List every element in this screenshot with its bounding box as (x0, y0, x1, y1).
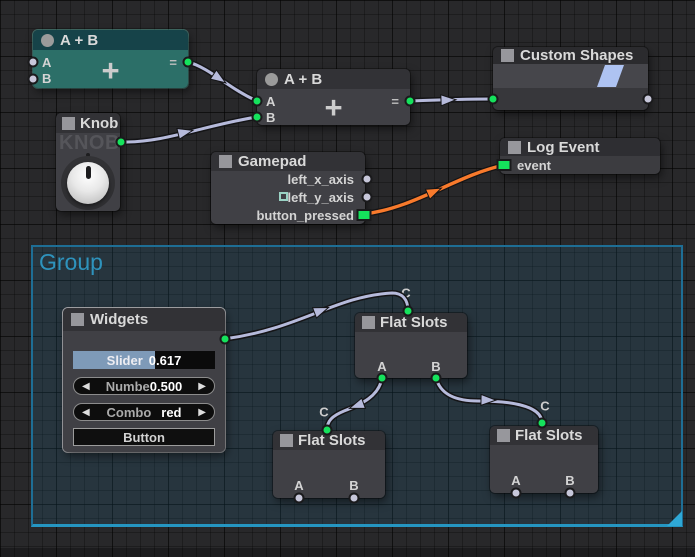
wire-add2-to-custom-shapes[interactable] (410, 99, 493, 101)
knob-display-text: KNOB (59, 132, 120, 155)
node-custom-shapes[interactable]: Custom Shapes (493, 47, 648, 110)
slider-value: 0.617 (149, 353, 182, 368)
node-flat-slots-3[interactable]: Flat Slots A B (490, 426, 598, 493)
pin-label-left-y-axis: left_y_axis (288, 190, 355, 205)
pin-add2-output-eq[interactable] (405, 96, 416, 107)
wire-knob-to-add2[interactable] (121, 117, 257, 142)
node-title: Gamepad (238, 153, 306, 170)
pin-label-b: B (565, 473, 574, 488)
node-title: A + B (60, 32, 98, 49)
knob-dial[interactable] (61, 156, 115, 210)
pin-gamepad-button-pressed[interactable] (357, 209, 372, 221)
slider-label: Slider (107, 353, 143, 368)
node-add[interactable]: A + B A B = + (257, 69, 410, 125)
number-value: 0.500 (150, 379, 183, 394)
pin-custom-shapes-output[interactable] (643, 94, 654, 105)
pin-add2-input-b[interactable] (252, 112, 263, 123)
pin-label-c: C (401, 286, 410, 301)
node-type-square-icon (280, 434, 293, 447)
wire-gamepad-to-log-event[interactable] (364, 165, 504, 214)
pin-custom-shapes-input[interactable] (488, 94, 499, 105)
node-type-square-icon (62, 117, 75, 130)
wire-add1-to-add2[interactable] (188, 62, 257, 101)
node-title: Flat Slots (298, 432, 366, 449)
pin-flat2-output-b[interactable] (349, 493, 360, 504)
node-knob[interactable]: Knob KNOB (56, 113, 120, 211)
pin-flat1-output-b[interactable] (431, 373, 442, 384)
plus-operator-glyph: + (33, 54, 188, 88)
wire-arrow-icon (425, 183, 443, 199)
wire-arrow-icon (441, 94, 456, 106)
knob-indicator (86, 166, 91, 179)
pin-add1-input-a[interactable] (28, 57, 39, 68)
pin-flat1-output-a[interactable] (377, 373, 388, 384)
pin-flat3-input-c[interactable] (537, 418, 548, 429)
node-type-square-icon (508, 141, 521, 154)
pin-add1-output-eq[interactable] (183, 57, 194, 68)
node-title: Custom Shapes (520, 47, 633, 64)
canvas-bottom-shade (0, 548, 695, 557)
custom-shapes-upper-band (493, 64, 648, 88)
wire-arrow-icon (177, 125, 194, 139)
node-type-square-icon (497, 429, 510, 442)
pin-flat3-output-a[interactable] (511, 488, 522, 499)
group-label: Group (39, 249, 103, 276)
number-label: Numbe (106, 379, 150, 394)
pin-flat2-output-a[interactable] (294, 493, 305, 504)
combo-widget[interactable]: ◀ Combo red ▶ (73, 403, 215, 421)
node-type-square-icon (501, 49, 514, 62)
node-editor-canvas[interactable]: Group A + B A B = + A + B A B = + Knob K… (0, 0, 695, 557)
node-flat-slots-1[interactable]: Flat Slots A B (355, 313, 467, 378)
pin-label-c: C (540, 399, 549, 414)
pin-label-a: A (511, 473, 520, 488)
pin-label-c: C (319, 405, 328, 420)
pin-gamepad-left-x-axis[interactable] (362, 174, 373, 185)
pin-log-event-event[interactable] (497, 159, 512, 171)
plus-operator-glyph: + (257, 91, 410, 125)
combo-value: red (161, 405, 181, 420)
combo-label: Combo (106, 405, 151, 420)
custom-shapes-lower-band (493, 88, 648, 110)
button-widget[interactable]: Button (73, 428, 215, 446)
node-title: Knob (80, 115, 118, 132)
node-type-square-icon (71, 313, 84, 326)
pin-add2-input-a[interactable] (252, 96, 263, 107)
node-flat-slots-2[interactable]: Flat Slots A B (273, 431, 385, 498)
increment-arrow-icon[interactable]: ▶ (198, 378, 206, 394)
wire-arrow-icon (210, 70, 229, 88)
node-type-square-icon (362, 316, 375, 329)
node-title: Log Event (527, 139, 600, 156)
slider-widget[interactable]: Slider 0.617 (73, 351, 215, 369)
pin-gamepad-left-y-axis[interactable] (362, 192, 373, 203)
pin-flat3-output-b[interactable] (565, 488, 576, 499)
group-resize-handle[interactable] (667, 511, 682, 526)
node-log-event[interactable]: Log Event event (500, 138, 660, 174)
node-type-circle-icon (265, 73, 278, 86)
node-type-square-icon (219, 155, 232, 168)
node-gamepad[interactable]: Gamepad left_x_axis left_y_axis button_p… (211, 152, 365, 224)
node-title: Flat Slots (380, 314, 448, 331)
pin-knob-output[interactable] (116, 137, 127, 148)
node-type-circle-icon (41, 34, 54, 47)
number-drag-widget[interactable]: ◀ Numbe 0.500 ▶ (73, 377, 215, 395)
pin-label-button-pressed: button_pressed (256, 208, 354, 223)
pin-add1-input-b[interactable] (28, 74, 39, 85)
pin-flat2-input-c[interactable] (322, 425, 333, 436)
pin-label-left-x-axis: left_x_axis (288, 172, 355, 187)
node-widgets[interactable]: Widgets Slider 0.617 ◀ Numbe 0.500 ▶ ◀ C… (63, 308, 225, 452)
node-add-selected[interactable]: A + B A B = + (33, 30, 188, 88)
combo-next-arrow-icon[interactable]: ▶ (198, 404, 206, 420)
knob-face[interactable] (67, 162, 109, 204)
node-title: Widgets (90, 311, 148, 328)
pin-label-a: A (294, 478, 303, 493)
pin-widgets-output[interactable] (220, 334, 231, 345)
pin-label-event: event (517, 158, 551, 173)
pin-flat1-input-c[interactable] (403, 306, 414, 317)
pin-label-b: B (349, 478, 358, 493)
node-title: A + B (284, 71, 322, 88)
node-title: Flat Slots (515, 427, 583, 444)
